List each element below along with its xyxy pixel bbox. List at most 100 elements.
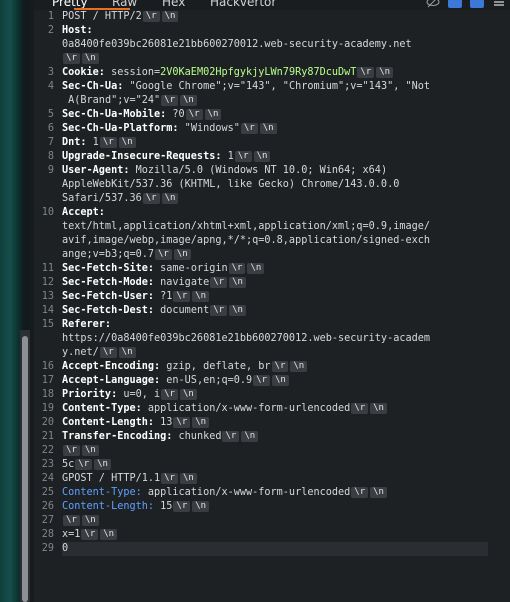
editor-line[interactable]: 2 Host: [34, 24, 488, 38]
editor-line[interactable]: 22 \r \n [34, 444, 488, 458]
header-name: User-Agent: [62, 165, 130, 176]
editor-line[interactable]: 19 Content-Type: application/x-www-form-u… [34, 402, 488, 416]
line-content: POST / HTTP/2 \r \n [62, 10, 488, 24]
line-content: Sec-Ch-Ua-Platform: "Windows" \r \n [62, 122, 488, 136]
header-name: Sec-Fetch-Site: [62, 263, 155, 274]
header-name: Sec-Ch-Ua-Mobile: [62, 109, 167, 120]
editor-line[interactable]: 3 Cookie: session=2V0KaEM02HpfgykjyLWn79R… [34, 66, 488, 80]
header-value: Safari/537.36 [62, 193, 142, 204]
tab-hackvertor[interactable]: Hackvertor [210, 0, 276, 9]
editor-line[interactable]: 9 User-Agent: Mozilla/5.0 (Windows NT 10.… [34, 164, 488, 178]
newline-marker: \n [180, 95, 197, 106]
editor-line[interactable]: 11 Sec-Fetch-Site: same-origin \r \n [34, 262, 488, 276]
editor-line[interactable]: 17 Accept-Language: en-US,en;q=0.9 \r \n [34, 374, 488, 388]
newline-marker: \n [247, 263, 265, 274]
line-content: Accept-Encoding: gzip, deflate, br \r \n [62, 360, 488, 374]
editor-line[interactable]: 21 Transfer-Encoding: chunked \r \n [34, 430, 488, 444]
header-value: application/x-www-form-urlencoded [141, 487, 351, 498]
editor-line[interactable]: ange;v=b3;q=0.7 \r \n [34, 248, 488, 262]
header-name: Accept-Encoding: [62, 361, 161, 372]
line-content: avif,image/webp,image/apng,*/*;q=0.8,app… [62, 234, 488, 248]
carriage-return-marker: \r [99, 347, 117, 358]
line-number: 14 [41, 305, 54, 316]
editor-line[interactable]: 28 x=1 \r \n [34, 528, 488, 542]
line-number: 15 [41, 319, 54, 330]
header-name: Sec-Fetch-Dest: [62, 305, 155, 316]
line-number: 3 [47, 67, 54, 78]
line-content: Transfer-Encoding: chunked \r \n [62, 430, 488, 444]
newline-toggle-icon[interactable] [470, 0, 484, 8]
newline-marker: \n [253, 151, 271, 162]
line-number: 10 [41, 207, 54, 218]
newline-marker: \n [81, 53, 99, 64]
line-content: https://0a8400fe039bc26081e21bb600270012… [62, 332, 488, 346]
editor-line[interactable]: 20 Content-Length: 13 \r \n [34, 416, 488, 430]
editor-line[interactable]: 5 Sec-Ch-Ua-Mobile: ?0 \r \n [34, 108, 488, 122]
hide-nonprintable-icon[interactable] [426, 0, 440, 8]
header-value: 1 [86, 137, 99, 148]
editor-line[interactable]: 7 Dnt: 1 \r \n [34, 136, 488, 150]
editor-line[interactable]: AppleWebKit/537.36 (KHTML, like Gecko) C… [34, 178, 488, 192]
editor-line[interactable]: A(Brand";v="24" \r \n [34, 94, 488, 108]
editor-line[interactable]: 23 5c \r \n [34, 458, 488, 472]
line-content: 0a8400fe039bc26081e21bb600270012.web-sec… [62, 38, 488, 52]
editor-line[interactable]: 26 Content-Length: 15 \r \n [34, 500, 488, 514]
line-number: 12 [41, 277, 54, 288]
editor-line[interactable]: 15 Referer: [34, 318, 488, 332]
newline-marker: \n [192, 417, 210, 428]
editor-line[interactable]: 10 Accept: [34, 206, 488, 220]
editor-line[interactable]: 8 Upgrade-Insecure-Requests: 1 \r \n [34, 150, 488, 164]
header-name: Sec-Ch-Ua: [62, 81, 124, 92]
carriage-return-marker: \r [351, 403, 369, 414]
wrap-lines-icon[interactable] [448, 0, 462, 8]
editor-line[interactable]: 25 Content-Type: application/x-www-form-u… [34, 486, 488, 500]
editor-line[interactable]: https://0a8400fe039bc26081e21bb600270012… [34, 332, 488, 346]
editor-line[interactable]: 16 Accept-Encoding: gzip, deflate, br \r \n [34, 360, 488, 374]
newline-marker: \n [204, 109, 222, 120]
editor-line[interactable]: 14 Sec-Fetch-Dest: document \r \n [34, 304, 488, 318]
editor-line[interactable]: 12 Sec-Fetch-Mode: navigate \r \n [34, 276, 488, 290]
menu-icon[interactable] [492, 0, 506, 8]
editor-line[interactable]: Safari/537.36 \r \n [34, 192, 488, 206]
line-content: Priority: u=0, i \r \n [62, 388, 488, 402]
editor-line[interactable]: 4 Sec-Ch-Ua: "Google Chrome";v="143", "Ch… [34, 80, 488, 94]
header-name: Host: [62, 25, 93, 36]
carriage-return-marker: \r [142, 11, 160, 22]
newline-marker: \n [161, 11, 179, 22]
editor-line[interactable]: y.net/\r \n [34, 346, 488, 360]
editor-line[interactable]: 24 GPOST / HTTP/1.1 \r \n [34, 472, 488, 486]
editor-line[interactable]: 0a8400fe039bc26081e21bb600270012.web-sec… [34, 38, 488, 52]
editor-line[interactable]: 1 POST / HTTP/2 \r \n [34, 10, 488, 24]
editor-line[interactable]: \r \n [34, 52, 488, 66]
line-number: 28 [41, 529, 54, 540]
carriage-return-marker: \r [210, 277, 228, 288]
carriage-return-marker: \r [240, 123, 258, 134]
line-number: 17 [41, 375, 54, 386]
request-editor[interactable]: 1 POST / HTTP/2 \r \n 2 Host: 0a8400fe039bc260… [34, 10, 488, 602]
header-value: document [154, 305, 210, 316]
tab-hex[interactable]: Hex [162, 0, 185, 9]
header-value: x=1 [62, 529, 81, 540]
header-value: 0 [62, 543, 69, 554]
header-value: u=0, i [117, 389, 161, 400]
scrollbar-thumb[interactable] [22, 336, 28, 602]
line-content: Sec-Ch-Ua: "Google Chrome";v="143", "Chr… [62, 80, 488, 94]
line-content: \r \n [62, 52, 488, 66]
editor-line[interactable]: avif,image/webp,image/apng,*/*;q=0.8,app… [34, 234, 488, 248]
editor-line[interactable]: 29 0 [34, 542, 488, 556]
editor-line[interactable]: text/html,application/xhtml+xml,applicat… [34, 220, 488, 234]
carriage-return-marker: \r [161, 473, 178, 484]
line-number: 9 [47, 165, 54, 176]
newline-marker: \n [118, 137, 136, 148]
line-number: 26 [41, 501, 54, 512]
editor-line[interactable]: 13 Sec-Fetch-User: ?1 \r \n [34, 290, 488, 304]
carriage-return-marker: \r [81, 529, 99, 540]
line-content: Sec-Fetch-Site: same-origin \r \n [62, 262, 488, 276]
line-number: 7 [47, 137, 54, 148]
editor-line[interactable]: 6 Sec-Ch-Ua-Platform: "Windows" \r \n [34, 122, 488, 136]
editor-line[interactable]: 27 \r \n [34, 514, 488, 528]
header-value: y.net/ [62, 347, 99, 358]
line-content: Sec-Ch-Ua-Mobile: ?0 \r \n [62, 108, 488, 122]
editor-line[interactable]: 18 Priority: u=0, i \r \n [34, 388, 488, 402]
header-value: chunked [172, 431, 222, 442]
